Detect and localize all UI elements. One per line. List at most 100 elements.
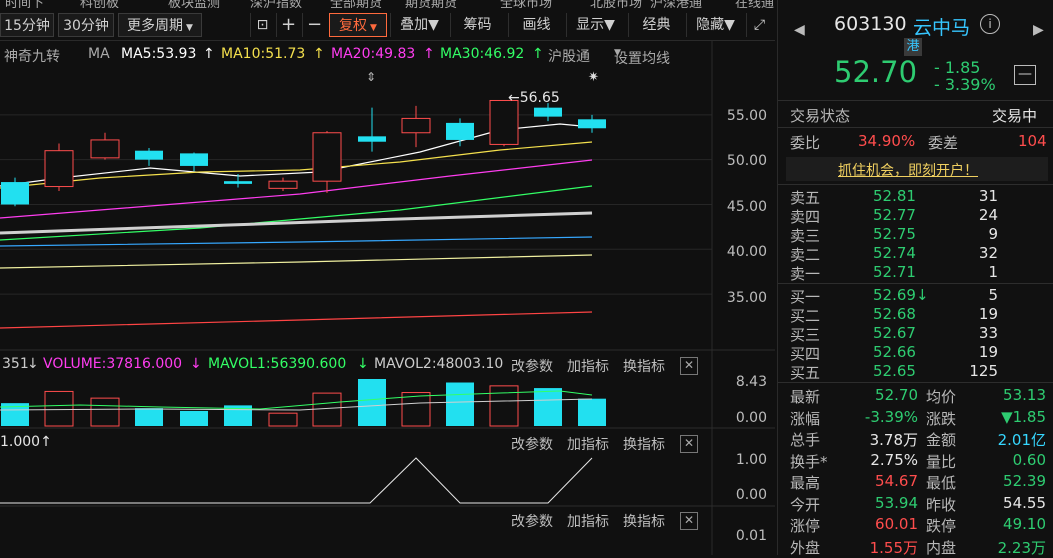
order-price: 52.81 (873, 187, 916, 205)
axis-label-main: 35.00 (726, 290, 767, 306)
commission-diff-value: 104 (1018, 132, 1047, 150)
stat-label: 跌停 (926, 517, 957, 535)
order-volume: 33 (978, 324, 998, 342)
quote-panel: ◀ ▶ 603130 云中马 i 港 52.70 - 1.85 - 3.39% … (777, 0, 1053, 557)
ask-row[interactable]: 卖一 52.71 1 (778, 262, 1053, 284)
quote-stat-row: 涨幅 -3.39% 涨跌 ▼1.85 (778, 407, 1053, 429)
candle-body[interactable] (534, 107, 562, 117)
stat-value: 1.55万 (869, 538, 918, 557)
candle-body[interactable] (358, 136, 386, 142)
volume-bar[interactable] (489, 385, 519, 427)
order-price: 52.68 (873, 305, 916, 323)
stock-code: 603130 (834, 13, 907, 35)
info-icon[interactable]: i (980, 14, 1000, 34)
stat-value: 53.94 (875, 493, 918, 512)
stat-label: 内盘 (926, 538, 957, 557)
edit-params-button[interactable]: 改参数 (511, 511, 553, 531)
quote-stat-row: 换手* 2.75% 量比 0.60 (778, 450, 1053, 472)
axis-label-volume: 0.00 (735, 410, 767, 426)
quote-stat-row: 最新 52.70 均价 53.13 (778, 385, 1053, 407)
volume-bar[interactable] (578, 398, 606, 426)
minimize-icon[interactable]: — (1014, 65, 1036, 85)
prev-stock-icon[interactable]: ◀ (794, 22, 805, 38)
volume-bar[interactable] (446, 382, 474, 426)
candle-body[interactable] (1, 182, 29, 205)
candle-body[interactable] (401, 117, 431, 134)
candle-body[interactable] (90, 139, 120, 159)
commission-row: 委比 34.90% 委差 104 (778, 131, 1053, 153)
indicator2-value: 1.000 (0, 434, 41, 450)
bid-row[interactable]: 买五 52.65 125 (778, 361, 1053, 383)
switch-indicator-button[interactable]: 换指标 (623, 511, 665, 531)
stat-value: 52.39 (1003, 472, 1046, 490)
candle-body[interactable] (44, 150, 74, 188)
candle-body[interactable] (135, 150, 163, 160)
axis-label-volume: 8.43 (735, 374, 767, 390)
volume-bar[interactable] (90, 397, 120, 427)
axis-label-main: 50.00 (726, 153, 767, 169)
ma60-line (0, 211, 593, 235)
stat-value: 60.01 (875, 515, 918, 533)
add-indicator-button[interactable]: 加指标 (567, 511, 609, 531)
axis-label-main: 55.00 (726, 108, 767, 124)
volume-bar[interactable] (44, 390, 74, 427)
stat-label: 换手* (790, 452, 828, 471)
axis-label-indicator2: 1.00 (735, 452, 767, 468)
order-price: 52.75 (873, 225, 916, 243)
indicator2-legend: 1.000↑ (0, 434, 52, 450)
switch-indicator-button[interactable]: 换指标 (623, 356, 665, 376)
volume-bar[interactable] (358, 379, 386, 426)
candle-body[interactable] (446, 122, 474, 140)
order-price: 52.77 (873, 206, 916, 224)
order-level-label: 买五 (790, 364, 821, 382)
order-level-label: 卖一 (790, 265, 821, 283)
stock-name[interactable]: 云中马 (913, 13, 970, 40)
commission-ratio-label: 委比 (790, 134, 821, 152)
promo-banner[interactable]: 抓住机会，即刻开户！ (786, 157, 1048, 181)
down-arrow-icon: ↓ (190, 356, 202, 372)
peak-price-label: ←56.65 (508, 90, 560, 106)
candle-body[interactable] (312, 132, 342, 182)
candle-body[interactable] (180, 153, 208, 166)
trade-status-label: 交易状态 (790, 107, 851, 125)
volume-bar[interactable] (180, 410, 208, 426)
trade-status-value: 交易中 (992, 107, 1038, 125)
stat-label: 涨跌 (926, 409, 957, 428)
candle-body[interactable] (224, 181, 252, 184)
close-panel-icon[interactable]: ✕ (680, 357, 698, 375)
volume-bar[interactable] (534, 388, 562, 426)
stat-value: 0.60 (1012, 450, 1046, 469)
candle-body[interactable] (489, 99, 519, 145)
next-stock-icon[interactable]: ▶ (1033, 22, 1044, 38)
divider (778, 100, 1053, 101)
edit-params-button[interactable]: 改参数 (511, 434, 553, 454)
signal-star-icon: ✷ (588, 70, 599, 85)
volume-bar[interactable] (401, 392, 431, 427)
edit-params-button[interactable]: 改参数 (511, 356, 553, 376)
candle-body[interactable] (578, 119, 606, 129)
stat-label: 外盘 (790, 538, 821, 557)
hk-tag[interactable]: 港 (904, 38, 922, 56)
chart-canvas[interactable] (0, 0, 777, 555)
quote-stat-row: 最高 54.67 最低 52.39 (778, 471, 1053, 493)
volume-bar[interactable] (268, 412, 298, 427)
switch-indicator-button[interactable]: 换指标 (623, 434, 665, 454)
volume-bar[interactable] (312, 392, 342, 427)
stat-label: 均价 (926, 388, 957, 406)
stat-value: ▼1.85 (1001, 407, 1046, 426)
stat-value: -3.39% (864, 407, 918, 426)
commission-ratio-value: 34.90% (858, 132, 916, 150)
stat-label: 最新 (790, 388, 821, 406)
divider (778, 283, 1053, 284)
add-indicator-button[interactable]: 加指标 (567, 434, 609, 454)
add-indicator-button[interactable]: 加指标 (567, 356, 609, 376)
stat-label: 涨停 (790, 517, 821, 535)
close-panel-icon[interactable]: ✕ (680, 435, 698, 453)
ma250-line (0, 254, 593, 269)
order-volume: 31 (978, 187, 998, 205)
stat-label: 今开 (790, 495, 821, 514)
order-volume: 32 (978, 244, 998, 262)
candle-body[interactable] (268, 180, 298, 189)
volume-bar[interactable] (135, 408, 163, 426)
close-panel-icon[interactable]: ✕ (680, 512, 698, 530)
